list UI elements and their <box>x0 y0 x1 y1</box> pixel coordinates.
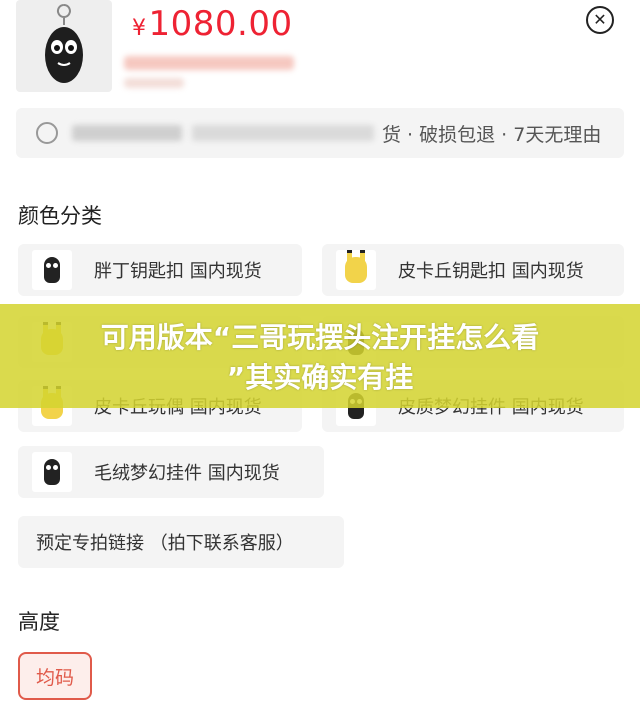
price-value: 1080.00 <box>148 4 293 44</box>
color-section-title: 颜色分类 <box>18 204 102 228</box>
color-option[interactable]: 皮卡丘钥匙扣 国内现货 <box>322 244 624 296</box>
height-section-title: 高度 <box>18 610 60 634</box>
color-option[interactable]: 毛绒梦幻挂件 国内现货 <box>18 446 324 498</box>
blurred-service-text <box>192 125 374 141</box>
keychain-figure-icon <box>45 4 83 83</box>
overlay-line: ”其实确实有挂 <box>226 361 414 394</box>
service-guarantee-row[interactable]: 货 · 破损包退 · 7天无理由 <box>16 108 624 158</box>
option-label: 预定专拍链接 （拍下联系客服） <box>36 533 294 554</box>
overlay-line: 可用版本“三哥玩摆头注开挂怎么看 <box>100 321 540 354</box>
option-thumbnail <box>32 250 72 290</box>
size-option-selected[interactable]: 均码 <box>18 652 92 700</box>
black-figure-icon <box>44 257 60 283</box>
black-figure-icon <box>44 459 60 485</box>
blurred-subinfo <box>124 78 184 88</box>
option-label: 胖丁钥匙扣 国内现货 <box>94 261 262 282</box>
service-text: 货 · 破损包退 · 7天无理由 <box>382 124 602 146</box>
product-thumbnail[interactable] <box>16 0 112 92</box>
option-thumbnail <box>336 250 376 290</box>
product-price: ¥1080.00 <box>132 4 293 44</box>
overlay-text: 可用版本“三哥玩摆头注开挂怎么看 ”其实确实有挂 <box>0 318 640 398</box>
currency-symbol: ¥ <box>132 16 147 41</box>
color-option[interactable]: 胖丁钥匙扣 国内现货 <box>18 244 302 296</box>
close-icon[interactable]: ✕ <box>586 6 614 34</box>
option-label: 毛绒梦幻挂件 国内现货 <box>94 463 280 484</box>
overlay-banner: 可用版本“三哥玩摆头注开挂怎么看 ”其实确实有挂 <box>0 304 640 408</box>
color-option[interactable]: 预定专拍链接 （拍下联系客服） <box>18 516 344 568</box>
shield-icon <box>36 122 58 144</box>
option-label: 皮卡丘钥匙扣 国内现货 <box>398 261 584 282</box>
blurred-service-text <box>72 125 182 141</box>
option-thumbnail <box>32 452 72 492</box>
blurred-subinfo <box>124 56 294 70</box>
yellow-figure-icon <box>345 250 367 283</box>
